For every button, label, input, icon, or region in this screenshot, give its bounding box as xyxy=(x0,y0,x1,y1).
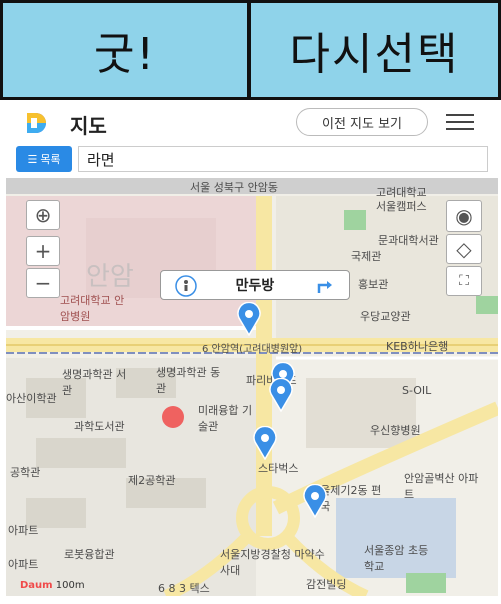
map-pin-icon[interactable] xyxy=(236,302,262,336)
scale-label: 100m xyxy=(55,580,85,591)
map-label: 감전빌딩 xyxy=(306,578,347,591)
map-pin-icon[interactable] xyxy=(252,426,278,460)
map-label: 제2공학관 xyxy=(128,474,176,487)
list-button[interactable]: ☰ 목록 xyxy=(16,146,72,172)
zoom-out-icon[interactable]: − xyxy=(26,268,60,298)
map-label: 생명과학관 동관 xyxy=(156,366,221,395)
walk-icon[interactable] xyxy=(175,275,197,297)
map-label: 우신향병원 xyxy=(370,424,421,437)
map-label: 서울종암 초등학교 xyxy=(364,544,429,573)
map-pin-icon[interactable] xyxy=(268,378,294,412)
previous-map-button[interactable]: 이전 지도 보기 xyxy=(296,108,428,136)
map-label: 고려대학교 안암병원 xyxy=(60,294,125,323)
map-label: 서울 성북구 안암동 xyxy=(190,181,278,194)
page-title: 지도 xyxy=(70,114,107,138)
layers-icon[interactable]: ◇ xyxy=(446,234,482,264)
place-popup[interactable]: 만두방 xyxy=(160,270,350,300)
map-label: 스타벅스 xyxy=(258,462,299,475)
map-label: 서울캠퍼스 xyxy=(376,200,427,213)
reselect-button[interactable]: 다시선택 xyxy=(249,0,501,100)
app-header: 지도 이전 지도 보기 xyxy=(0,100,501,144)
map-label: 국제관 xyxy=(351,250,382,263)
place-name: 만두방 xyxy=(235,278,275,294)
map-scale: Daum 100m xyxy=(20,580,85,591)
map-label: 서울지방경찰청 마약수사대 xyxy=(220,548,325,577)
map-label: 아파트 xyxy=(8,524,39,537)
map-label: 생명과학관 서관 xyxy=(62,368,127,397)
map-pin-icon[interactable] xyxy=(302,484,328,518)
fullscreen-icon[interactable]: ⛶ xyxy=(446,266,482,296)
map-label: KEB하나은행 xyxy=(386,340,449,353)
map-label: 로봇융합관 xyxy=(64,548,115,561)
highlight-spot xyxy=(162,406,184,428)
app-logo-icon xyxy=(27,113,46,133)
locate-icon[interactable]: ⊕ xyxy=(26,200,60,230)
map-label: 우당교양관 xyxy=(360,310,411,323)
map-label: 미래융합 기술관 xyxy=(198,404,253,433)
top-button-bar: 굿! 다시선택 xyxy=(0,0,501,100)
map-brand: Daum xyxy=(20,580,53,591)
list-icon: ☰ xyxy=(27,152,38,166)
map-label: 6 안암역(고려대병원앞) xyxy=(202,344,303,355)
map-label: 아산이학관 xyxy=(6,392,57,405)
roadview-icon[interactable]: ◉ xyxy=(446,200,482,232)
map-view[interactable]: 서울 성북구 안암동 안암 고려대학교 안암병원 고려대학교 서울캠퍼스 국제관… xyxy=(6,178,498,596)
zoom-in-icon[interactable]: + xyxy=(26,236,60,266)
map-label: 홍보관 xyxy=(358,278,389,291)
map-label: 문과대학서관 xyxy=(378,234,439,247)
search-row: ☰ 목록 라면 xyxy=(0,144,501,176)
search-input[interactable]: 라면 xyxy=(78,146,488,172)
directions-icon[interactable] xyxy=(315,275,337,297)
map-label: 아파트 xyxy=(8,558,39,571)
map-label: 과학도서관 xyxy=(74,420,125,433)
map-label: 공학관 xyxy=(10,466,41,479)
map-label: 안암 xyxy=(86,262,134,292)
list-button-label: 목록 xyxy=(40,153,61,166)
good-button[interactable]: 굿! xyxy=(0,0,249,100)
map-label: 안암골벽산 아파트 xyxy=(404,472,479,501)
map-label: S-OIL xyxy=(402,384,432,397)
map-label: 6 8 3 텍스 xyxy=(158,582,210,595)
hamburger-menu-icon[interactable] xyxy=(446,114,476,132)
